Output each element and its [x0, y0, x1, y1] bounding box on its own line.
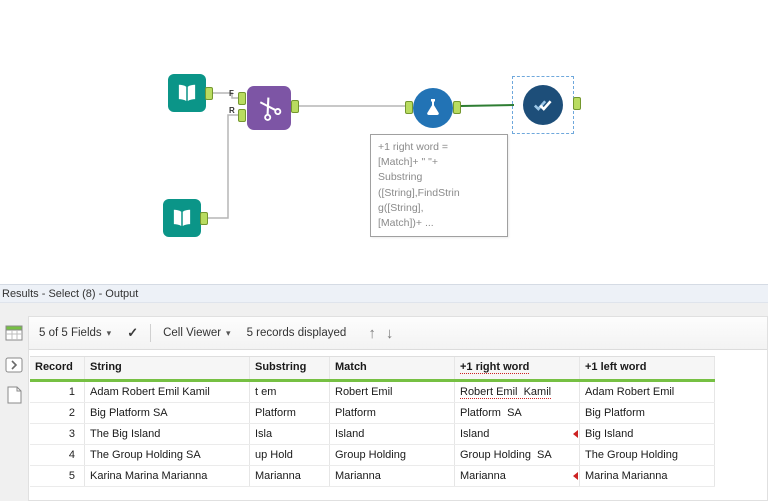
column-header--1-right-word[interactable]: +1 right word — [455, 357, 580, 379]
scissors-icon — [259, 97, 282, 121]
table-cell[interactable]: Group Holding SA — [455, 445, 580, 465]
table-row: 5 Karina Marina Marianna Marianna Marianna M… — [30, 466, 715, 487]
down-arrow-icon[interactable]: ↓ — [386, 325, 394, 342]
table-cell[interactable]: The Group Holding — [580, 445, 715, 465]
table-cell[interactable]: Platform — [330, 403, 455, 423]
chevron-down-icon: ▾ — [106, 327, 112, 338]
table-cell[interactable]: Isla — [250, 424, 330, 444]
chevron-down-icon: ▾ — [226, 327, 231, 338]
table-cell[interactable]: 5 — [30, 466, 85, 486]
results-panel: 5 of 5 Fields ▾ ✓ Cell Viewer ▾ 5 record… — [28, 316, 768, 501]
table-cell[interactable]: Platform SA — [455, 403, 580, 423]
records-displayed-text: 5 records displayed — [246, 327, 347, 339]
table-body: 1 Adam Robert Emil Kamil t em Robert Emil Ro… — [30, 382, 715, 487]
up-arrow-icon[interactable]: ↑ — [368, 325, 376, 342]
table-cell[interactable]: up Hold — [250, 445, 330, 465]
fields-dropdown[interactable]: 5 of 5 Fields ▾ — [39, 327, 111, 339]
output-anchor[interactable] — [205, 87, 213, 100]
table-row: 4 The Group Holding SA up Hold Group Holdin… — [30, 445, 715, 466]
fields-dropdown-label: 5 of 5 Fields — [39, 327, 102, 339]
flask-icon — [427, 99, 439, 115]
output-anchor[interactable] — [453, 101, 461, 114]
table-cell[interactable]: Group Holding — [330, 445, 455, 465]
open-book-icon — [178, 84, 196, 102]
table-cell[interactable]: Big Platform SA — [85, 403, 250, 423]
table-cell[interactable]: t em — [250, 382, 330, 402]
table-cell[interactable]: Adam Robert Emil Kamil — [85, 382, 250, 402]
replace-input-anchor[interactable] — [238, 109, 246, 122]
select-tool[interactable] — [523, 85, 563, 125]
results-table: Record String Substring Match +1 right word +… — [30, 356, 715, 487]
table-cell[interactable]: Marianna — [455, 466, 580, 486]
column-header--1-left-word[interactable]: +1 left word — [580, 357, 715, 379]
toolbar-separator — [150, 324, 152, 342]
results-pane-title: Results - Select (8) - Output — [0, 284, 768, 303]
results-toolbar: 5 of 5 Fields ▾ ✓ Cell Viewer ▾ 5 record… — [29, 317, 767, 350]
column-header-substring[interactable]: Substring — [250, 357, 330, 379]
double-check-icon — [533, 100, 552, 111]
table-cell[interactable]: Karina Marina Marianna — [85, 466, 250, 486]
document-view-icon[interactable] — [3, 384, 25, 406]
output-anchor[interactable] — [573, 97, 581, 110]
text-input-tool-1[interactable] — [168, 74, 206, 112]
table-cell[interactable]: Island — [455, 424, 580, 444]
table-cell[interactable]: Adam Robert Emil — [580, 382, 715, 402]
column-header-record[interactable]: Record — [30, 357, 85, 379]
table-cell[interactable]: 2 — [30, 403, 85, 423]
check-icon[interactable]: ✓ — [127, 325, 138, 341]
open-book-icon — [173, 209, 191, 227]
table-cell[interactable]: The Big Island — [85, 424, 250, 444]
text-input-tool-2[interactable] — [163, 199, 201, 237]
workflow-canvas[interactable]: F R +1 right word = [Match]+ " "+ Substr… — [0, 0, 768, 284]
table-cell[interactable]: 1 — [30, 382, 85, 402]
grid-view-icon[interactable] — [3, 322, 25, 344]
column-header-string[interactable]: String — [85, 357, 250, 379]
table-cell[interactable]: Robert Emil Kamil — [455, 382, 580, 402]
output-anchor[interactable] — [291, 100, 299, 113]
table-cell[interactable]: Robert Emil — [330, 382, 455, 402]
table-row: 2 Big Platform SA Platform Platform Platform… — [30, 403, 715, 424]
table-cell[interactable]: Big Platform — [580, 403, 715, 423]
column-header-match[interactable]: Match — [330, 357, 455, 379]
table-cell[interactable]: The Group Holding SA — [85, 445, 250, 465]
table-cell[interactable]: Island — [330, 424, 455, 444]
expand-panel-icon[interactable] — [3, 354, 25, 376]
table-cell[interactable]: Marianna — [330, 466, 455, 486]
cell-viewer-label: Cell Viewer — [163, 327, 222, 339]
table-row: 1 Adam Robert Emil Kamil t em Robert Emil Ro… — [30, 382, 715, 403]
table-cell[interactable]: Marianna — [250, 466, 330, 486]
input-anchor[interactable] — [405, 101, 413, 114]
find-anchor-label: F — [229, 89, 234, 98]
find-replace-tool[interactable] — [247, 86, 291, 130]
tool-annotation[interactable]: +1 right word = [Match]+ " "+ Substring … — [370, 134, 508, 238]
output-anchor[interactable] — [200, 212, 208, 225]
table-cell[interactable]: Platform — [250, 403, 330, 423]
table-header-row: Record String Substring Match +1 right word +… — [30, 356, 715, 382]
replace-anchor-label: R — [229, 106, 235, 115]
table-cell[interactable]: Marina Marianna — [580, 466, 715, 486]
table-cell[interactable]: 4 — [30, 445, 85, 465]
table-row: 3 The Big Island Isla Island Island Big Islan… — [30, 424, 715, 445]
results-left-strip — [0, 316, 28, 501]
table-cell[interactable]: Big Island — [580, 424, 715, 444]
formula-tool[interactable] — [413, 88, 453, 128]
table-cell[interactable]: 3 — [30, 424, 85, 444]
find-input-anchor[interactable] — [238, 92, 246, 105]
cell-viewer-dropdown[interactable]: Cell Viewer ▾ — [163, 327, 230, 339]
